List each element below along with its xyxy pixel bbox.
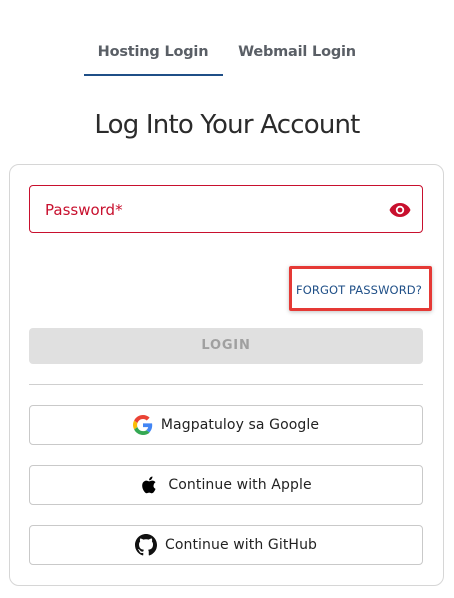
github-login-button[interactable]: Continue with GitHub xyxy=(29,525,423,565)
active-tab-indicator xyxy=(84,74,223,76)
apple-button-label: Continue with Apple xyxy=(168,477,312,493)
login-tabs: Hosting Login Webmail Login xyxy=(0,0,454,78)
eye-icon[interactable] xyxy=(388,198,412,222)
password-field[interactable]: Password* xyxy=(29,185,423,233)
google-icon xyxy=(132,415,153,435)
google-button-label: Magpatuloy sa Google xyxy=(160,417,320,433)
apple-icon xyxy=(140,475,160,495)
login-button[interactable]: LOGIN xyxy=(29,328,423,364)
github-button-label: Continue with GitHub xyxy=(164,537,318,553)
github-icon xyxy=(134,534,157,556)
page-title: Log Into Your Account xyxy=(94,110,360,140)
forgot-password-link[interactable]: FORGOT PASSWORD? xyxy=(296,283,422,297)
tab-webmail-login[interactable]: Webmail Login xyxy=(226,44,368,64)
password-label: Password* xyxy=(45,201,123,219)
divider xyxy=(29,384,423,385)
apple-login-button[interactable]: Continue with Apple xyxy=(29,465,423,505)
tab-hosting-login[interactable]: Hosting Login xyxy=(84,44,222,64)
google-login-button[interactable]: Magpatuloy sa Google xyxy=(29,405,423,445)
